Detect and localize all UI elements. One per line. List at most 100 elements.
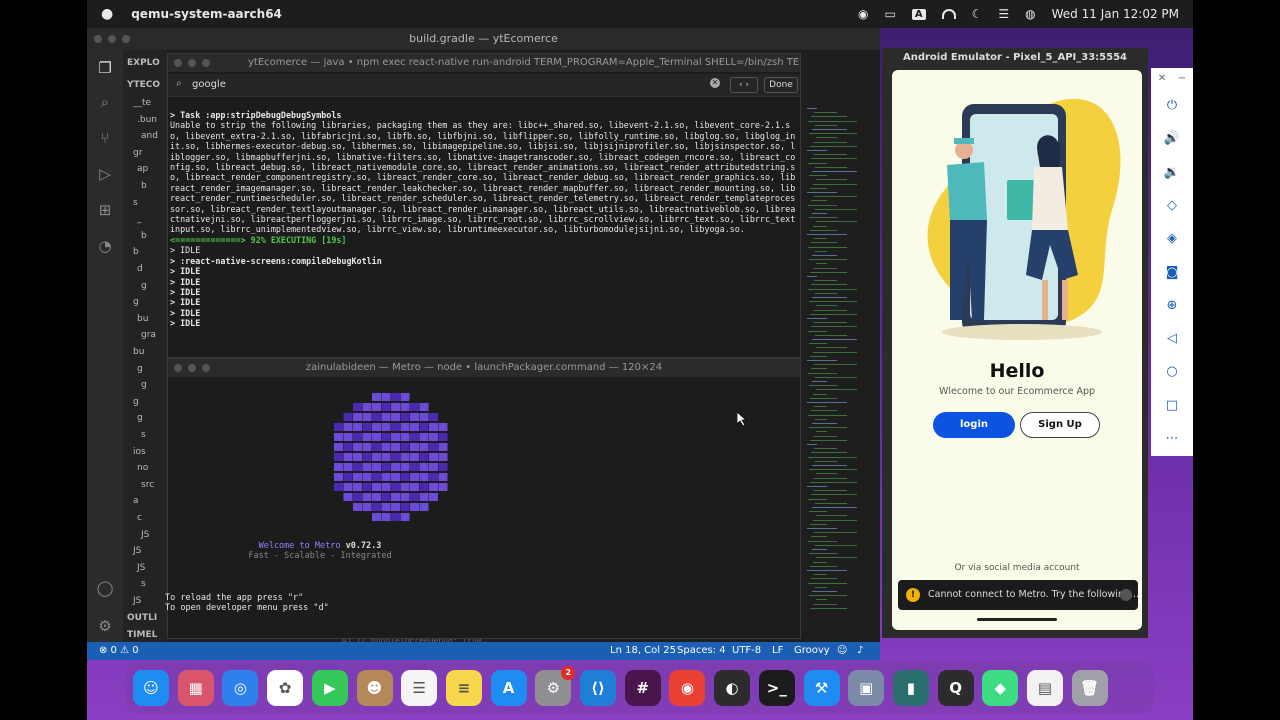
metro-hints[interactable]: To reload the app press "r" To open devel… (165, 593, 329, 614)
terminal-output[interactable]: > Task :app:stripDebugDebugSymbols Unable… (170, 110, 798, 329)
xcode-icon[interactable]: ⚒ (803, 670, 840, 706)
tree-item[interactable]: ios (133, 447, 146, 457)
feedback-icon[interactable]: ☺ (837, 645, 847, 656)
metro-error-toast[interactable]: ! Cannot connect to Metro. Try the follo… (898, 580, 1139, 610)
document-icon[interactable]: ▤ (1027, 670, 1063, 706)
control-center-icon[interactable]: ☰ (998, 7, 1009, 21)
tree-item[interactable]: s (133, 198, 138, 208)
explorer-icon[interactable]: ❐ (95, 58, 115, 78)
account-icon[interactable]: ◯ (95, 578, 115, 598)
volume-up-icon[interactable]: 🔊 (1163, 130, 1181, 148)
toast-dismiss-icon[interactable] (1120, 589, 1132, 601)
outline-section[interactable]: OUTLI (127, 613, 157, 623)
tree-item[interactable]: no (137, 463, 148, 473)
apple-menu-icon[interactable]: ● (101, 6, 113, 22)
notes-icon[interactable]: ≡ (445, 670, 482, 706)
preview-icon[interactable]: ▣ (848, 670, 885, 706)
project-root[interactable]: YTECO (127, 80, 160, 90)
zoom-icon[interactable]: ⊕ (1163, 297, 1181, 315)
tree-item[interactable]: b (141, 181, 147, 191)
tree-item[interactable]: a (133, 496, 139, 506)
tree-item[interactable]: bu (133, 347, 144, 357)
cursor-position[interactable]: Ln 18, Col 25 (610, 645, 676, 656)
android-emulator-icon[interactable]: ◆ (982, 670, 1019, 706)
close-icon[interactable]: ✕ (1153, 70, 1171, 88)
camera-icon[interactable]: ◙ (1163, 264, 1181, 282)
input-source-icon[interactable]: A (911, 8, 926, 20)
encoding[interactable]: UTF-8 (732, 645, 761, 656)
tree-item[interactable]: g (137, 413, 143, 423)
tree-item[interactable]: .bun (137, 115, 157, 125)
launchpad-icon[interactable]: ▦ (177, 670, 214, 706)
vscode-icon[interactable]: ⟨⟩ (580, 670, 616, 706)
github-icon[interactable]: ◔ (95, 236, 115, 256)
tree-item[interactable]: g (133, 397, 139, 407)
window-controls[interactable] (174, 59, 210, 67)
tree-item[interactable]: g (137, 364, 143, 374)
photos-icon[interactable]: ✿ (267, 670, 304, 706)
overview-icon[interactable]: □ (1163, 397, 1181, 415)
reminders-icon[interactable]: ☰ (401, 670, 438, 706)
tree-item[interactable]: c (137, 513, 142, 523)
battery-icon[interactable]: ▭ (885, 7, 896, 21)
tree-item[interactable]: g (133, 297, 139, 307)
cyberduck-icon[interactable]: ◐ (714, 670, 751, 706)
window-controls[interactable] (94, 35, 130, 43)
tree-item[interactable]: gra (141, 330, 156, 340)
find-done-button[interactable]: Done (764, 77, 798, 93)
home-icon[interactable]: ○ (1163, 363, 1181, 381)
facetime-icon[interactable]: ▶ (311, 670, 348, 706)
tree-item[interactable]: __te (133, 98, 151, 108)
android-studio-icon[interactable]: ▮ (892, 670, 929, 706)
finder-icon[interactable]: ☺ (133, 670, 169, 706)
tree-item[interactable]: d (137, 264, 143, 274)
rotate-left-icon[interactable]: ◇ (1163, 197, 1181, 215)
phone-screen[interactable]: Hello Wlecome to our Ecommerce App login… (892, 70, 1142, 630)
find-prev-next-buttons[interactable]: ‹ › (730, 77, 758, 93)
tree-item[interactable]: JS (141, 530, 149, 540)
active-app-name[interactable]: qemu-system-aarch64 (131, 7, 282, 21)
find-input[interactable]: google (192, 79, 226, 90)
tree-item[interactable]: bu (137, 314, 148, 324)
tree-item[interactable]: JS (133, 546, 141, 556)
contacts-icon[interactable]: ☻ (356, 670, 393, 706)
timeline-section[interactable]: TIMEL (127, 630, 157, 640)
slack-icon[interactable]: # (624, 670, 661, 706)
tree-item[interactable]: _ (137, 214, 142, 224)
volume-down-icon[interactable]: 🔉 (1163, 164, 1181, 182)
tree-item[interactable]: s (141, 430, 146, 440)
chrome-icon[interactable]: ◉ (669, 670, 706, 706)
tree-item[interactable]: b (133, 247, 139, 257)
source-control-icon[interactable]: ⑂ (95, 128, 115, 148)
tree-item[interactable]: JS (137, 563, 145, 573)
tree-item[interactable]: gr (133, 148, 142, 158)
tree-item[interactable]: g (141, 380, 147, 390)
tree-item[interactable]: JS (133, 596, 141, 606)
back-icon[interactable]: ◁ (1163, 330, 1181, 348)
gesture-home-bar[interactable] (977, 618, 1057, 621)
window-controls[interactable] (174, 364, 210, 372)
more-icon[interactable]: ⋯ (1163, 430, 1181, 448)
tree-item[interactable]: src (141, 480, 154, 490)
menu-clock[interactable]: Wed 11 Jan 12:02 PM (1052, 7, 1179, 21)
tree-item[interactable]: ap (137, 164, 148, 174)
language-mode[interactable]: Groovy (794, 645, 830, 656)
tree-item[interactable]: s (141, 579, 146, 589)
login-button[interactable]: login (933, 412, 1015, 438)
power-icon[interactable]: ⏻ (1163, 97, 1181, 115)
rotate-right-icon[interactable]: ◈ (1163, 230, 1181, 248)
siri-icon[interactable]: ◍ (1025, 7, 1035, 21)
run-debug-icon[interactable]: ▷ (95, 164, 115, 184)
tree-item[interactable]: b (141, 231, 147, 241)
wifi-icon[interactable] (941, 9, 956, 19)
manage-gear-icon[interactable]: ⚙ (95, 616, 115, 636)
tree-item[interactable]: and (141, 131, 158, 141)
signup-button[interactable]: Sign Up (1020, 412, 1100, 438)
notifications-bell-icon[interactable]: ♪ (857, 645, 863, 656)
safari-icon[interactable]: ◎ (222, 670, 259, 706)
problems-count[interactable]: ⊗ 0 ⚠ 0 (99, 645, 139, 656)
search-icon[interactable]: ⌕ (95, 92, 115, 112)
record-icon[interactable]: ◉ (858, 7, 868, 21)
trash-icon[interactable]: 🗑 (1071, 670, 1108, 706)
indentation[interactable]: Spaces: 4 (677, 645, 726, 656)
